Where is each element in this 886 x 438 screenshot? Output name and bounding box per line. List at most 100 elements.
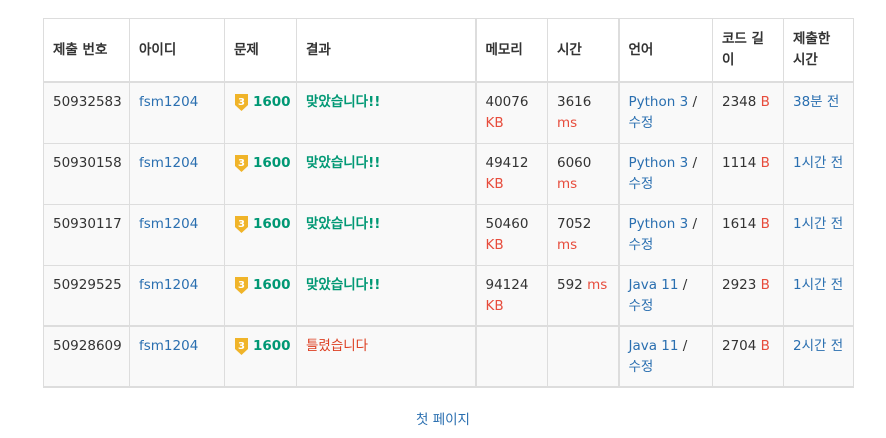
code-length-unit: B xyxy=(760,215,770,232)
cell-result: 맞았습니다!! xyxy=(296,142,477,205)
problem-link[interactable]: 3 1600 xyxy=(234,336,291,357)
user-link[interactable]: fsm1204 xyxy=(139,155,198,171)
cell-language: Java 11 / 수정 xyxy=(618,325,713,388)
problem-number: 1600 xyxy=(253,215,291,232)
header-time: 시간 xyxy=(547,18,620,83)
code-length-value: 2704 xyxy=(722,338,757,354)
first-page-link[interactable]: 첫 페이지 xyxy=(416,412,470,428)
submitted-time-link[interactable]: 2시간 전 xyxy=(793,338,843,354)
tier-level-text: 3 xyxy=(238,219,245,230)
header-memory: 메모리 xyxy=(475,18,548,83)
cell-problem: 3 1600 xyxy=(224,264,297,327)
cell-memory: 49412 KB xyxy=(475,142,548,205)
result-text: 맞았습니다!! xyxy=(306,94,381,110)
header-submission-id: 제출 번호 xyxy=(43,18,130,83)
memory-unit: KB xyxy=(485,297,504,314)
time-unit: ms xyxy=(587,276,608,293)
problem-link[interactable]: 3 1600 xyxy=(234,92,291,113)
table-row: 50932583 fsm1204 3 1600 맞았습니다!! 40076 KB 3616 ms… xyxy=(43,81,854,144)
cell-code-length: 1114 B xyxy=(712,142,784,205)
tier-level-text: 3 xyxy=(238,97,245,108)
language-link[interactable]: Python 3 xyxy=(629,155,689,171)
submission-id: 50930158 xyxy=(53,154,122,171)
cell-code-length: 2923 B xyxy=(712,264,784,327)
user-link[interactable]: fsm1204 xyxy=(139,216,198,232)
submission-id: 50930117 xyxy=(53,215,122,232)
cell-submission-id: 50932583 xyxy=(43,81,130,144)
problem-number: 1600 xyxy=(253,154,291,171)
problem-link[interactable]: 3 1600 xyxy=(234,214,291,235)
submitted-time-link[interactable]: 1시간 전 xyxy=(793,155,843,171)
memory-value: 94124 xyxy=(485,276,529,293)
bronze-3-tier-icon: 3 xyxy=(235,94,248,111)
cell-code-length: 2348 B xyxy=(712,81,784,144)
cell-result: 맞았습니다!! xyxy=(296,81,477,144)
problem-link[interactable]: 3 1600 xyxy=(234,153,291,174)
language-link[interactable]: Python 3 xyxy=(629,94,689,110)
tier-level-text: 3 xyxy=(238,280,245,291)
edit-link[interactable]: 수정 xyxy=(629,237,654,253)
cell-user: fsm1204 xyxy=(129,81,225,144)
submitted-time-link[interactable]: 38분 전 xyxy=(793,94,839,110)
time-unit: ms xyxy=(557,175,578,192)
problem-number: 1600 xyxy=(253,276,291,293)
cell-result: 맞았습니다!! xyxy=(296,264,477,327)
header-code-length: 코드 길이 xyxy=(712,18,784,83)
code-length-unit: B xyxy=(760,94,770,110)
user-link[interactable]: fsm1204 xyxy=(139,277,198,293)
memory-unit: KB xyxy=(485,175,504,192)
cell-problem: 3 1600 xyxy=(224,81,297,144)
cell-memory: 94124 KB xyxy=(475,264,548,327)
table-row: 50929525 fsm1204 3 1600 맞았습니다!! 94124 KB 592 ms… xyxy=(43,264,854,327)
header-result: 결과 xyxy=(296,18,477,83)
cell-problem: 3 1600 xyxy=(224,325,297,388)
problem-link[interactable]: 3 1600 xyxy=(234,275,291,296)
result-text: 맞았습니다!! xyxy=(306,276,381,293)
code-length-value: 1614 xyxy=(722,215,757,232)
cell-submitted-time: 1시간 전 xyxy=(783,264,854,327)
cell-language: Python 3 / 수정 xyxy=(618,81,713,144)
status-table-container: 제출 번호 아이디 문제 결과 메모리 시간 언어 코드 길이 제출한 시간 5… xyxy=(43,18,854,388)
submission-id: 50929525 xyxy=(53,276,122,293)
pagination: 첫 페이지 xyxy=(0,408,886,428)
cell-user: fsm1204 xyxy=(129,142,225,205)
language-link[interactable]: Java 11 xyxy=(629,277,679,293)
code-length-value: 2923 xyxy=(722,276,757,293)
cell-time: 6060 ms xyxy=(547,142,620,205)
submitted-time-link[interactable]: 1시간 전 xyxy=(793,277,843,293)
language-link[interactable]: Java 11 xyxy=(629,338,679,354)
problem-number: 1600 xyxy=(253,94,291,110)
time-value: 7052 xyxy=(557,215,592,232)
bronze-3-tier-icon: 3 xyxy=(235,154,248,172)
result-text: 맞았습니다!! xyxy=(306,154,381,171)
cell-code-length: 1614 B xyxy=(712,203,784,266)
user-link[interactable]: fsm1204 xyxy=(139,338,198,354)
cell-language: Java 11 / 수정 xyxy=(618,264,713,327)
edit-link[interactable]: 수정 xyxy=(629,359,654,375)
cell-memory xyxy=(475,325,548,388)
submission-id: 50928609 xyxy=(53,338,122,354)
memory-value: 50460 xyxy=(485,215,529,232)
cell-code-length: 2704 B xyxy=(712,325,784,388)
submitted-time-link[interactable]: 1시간 전 xyxy=(793,216,843,232)
cell-language: Python 3 / 수정 xyxy=(618,142,713,205)
header-user: 아이디 xyxy=(129,18,225,83)
cell-time: 3616 ms xyxy=(547,81,620,144)
cell-result: 맞았습니다!! xyxy=(296,203,477,266)
edit-link[interactable]: 수정 xyxy=(629,176,654,192)
problem-number: 1600 xyxy=(253,338,291,354)
cell-submission-id: 50929525 xyxy=(43,264,130,327)
code-length-value: 1114 xyxy=(722,154,757,171)
cell-problem: 3 1600 xyxy=(224,142,297,205)
cell-memory: 40076 KB xyxy=(475,81,548,144)
edit-link[interactable]: 수정 xyxy=(629,298,654,314)
time-unit: ms xyxy=(557,236,578,253)
header-language: 언어 xyxy=(618,18,713,83)
language-link[interactable]: Python 3 xyxy=(629,216,689,232)
header-submitted-time: 제출한 시간 xyxy=(783,18,854,83)
result-text: 맞았습니다!! xyxy=(306,215,381,232)
user-link[interactable]: fsm1204 xyxy=(139,94,198,110)
edit-link[interactable]: 수정 xyxy=(629,115,654,131)
header-problem: 문제 xyxy=(224,18,297,83)
bronze-3-tier-icon: 3 xyxy=(235,338,248,355)
